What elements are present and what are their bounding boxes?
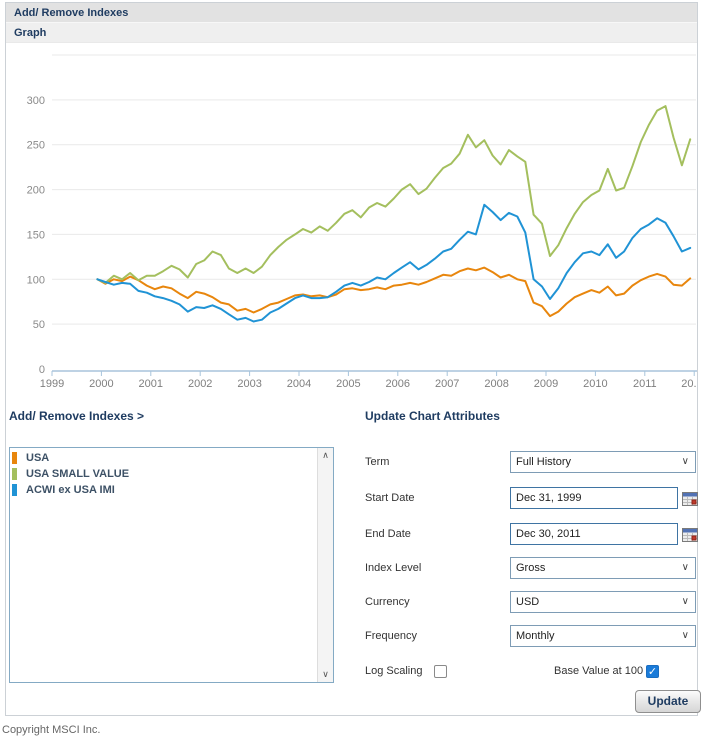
- svg-text:300: 300: [27, 95, 45, 107]
- svg-text:2000: 2000: [89, 378, 113, 390]
- legend-item[interactable]: USA: [10, 450, 317, 466]
- svg-text:200: 200: [27, 185, 45, 197]
- log-scaling-label: Log Scaling: [365, 665, 423, 677]
- index-legend-listbox[interactable]: USA USA SMALL VALUE ACWI ex USA IMI: [9, 447, 334, 683]
- index-tool-panel: Add/ Remove Indexes Graph 0 50 100 150 200 25…: [5, 2, 698, 716]
- currency-select[interactable]: USD: [510, 591, 696, 613]
- svg-text:2001: 2001: [139, 378, 163, 390]
- series-color-swatch: [12, 484, 17, 496]
- graph-header[interactable]: Graph: [6, 23, 697, 43]
- svg-text:2011: 2011: [633, 378, 657, 390]
- legend-items: USA USA SMALL VALUE ACWI ex USA IMI: [10, 450, 317, 682]
- start-date-input[interactable]: [510, 487, 678, 509]
- term-select[interactable]: Full History: [510, 451, 696, 473]
- legend-item-label: USA: [26, 452, 49, 464]
- legend-section-heading: Add/ Remove Indexes >: [9, 409, 144, 423]
- term-label: Term: [365, 451, 389, 473]
- currency-select-value: USD: [516, 596, 539, 608]
- svg-text:2010: 2010: [583, 378, 607, 390]
- svg-text:2008: 2008: [484, 378, 508, 390]
- frequency-select-value: Monthly: [516, 630, 555, 642]
- scroll-up-icon[interactable]: [318, 448, 333, 463]
- index-level-label: Index Level: [365, 557, 421, 579]
- frequency-label: Frequency: [365, 625, 417, 647]
- svg-text:20...: 20...: [681, 378, 697, 390]
- chevron-down-icon: [682, 452, 689, 472]
- svg-text:50: 50: [33, 319, 45, 331]
- base-value-label: Base Value at 100: [554, 665, 643, 677]
- update-button[interactable]: Update: [635, 690, 701, 713]
- series-color-swatch: [12, 452, 17, 464]
- svg-text:1999: 1999: [40, 378, 64, 390]
- index-level-select-value: Gross: [516, 562, 545, 574]
- term-select-value: Full History: [516, 456, 571, 468]
- add-remove-indexes-header[interactable]: Add/ Remove Indexes: [6, 3, 697, 23]
- svg-text:100: 100: [27, 274, 45, 286]
- start-date-label: Start Date: [365, 487, 415, 509]
- end-date-label: End Date: [365, 523, 411, 545]
- log-scaling-checkbox[interactable]: [434, 665, 447, 678]
- svg-text:2006: 2006: [386, 378, 410, 390]
- svg-text:2009: 2009: [534, 378, 558, 390]
- base-value-checkbox[interactable]: [646, 665, 659, 678]
- legend-item-label: USA SMALL VALUE: [26, 468, 129, 480]
- svg-text:2004: 2004: [287, 378, 311, 390]
- svg-text:2005: 2005: [336, 378, 360, 390]
- svg-text:2007: 2007: [435, 378, 459, 390]
- add-remove-indexes-header-label: Add/ Remove Indexes: [14, 7, 128, 19]
- index-level-select[interactable]: Gross: [510, 557, 696, 579]
- legend-item[interactable]: ACWI ex USA IMI: [10, 482, 317, 498]
- series-color-swatch: [12, 468, 17, 480]
- calendar-icon[interactable]: [682, 491, 698, 506]
- legend-item[interactable]: USA SMALL VALUE: [10, 466, 317, 482]
- form-section-heading: Update Chart Attributes: [365, 409, 500, 423]
- listbox-scrollbar[interactable]: [317, 448, 333, 682]
- scroll-down-icon[interactable]: [318, 667, 333, 682]
- end-date-input[interactable]: [510, 523, 678, 545]
- chevron-down-icon: [682, 592, 689, 612]
- currency-label: Currency: [365, 591, 410, 613]
- index-performance-chart: 0 50 100 150 200 250 300 1999 2000 2001 2002 2003 20…: [6, 45, 697, 405]
- legend-item-label: ACWI ex USA IMI: [26, 484, 115, 496]
- svg-text:150: 150: [27, 229, 45, 241]
- svg-text:250: 250: [27, 140, 45, 152]
- calendar-icon[interactable]: [682, 527, 698, 542]
- chevron-down-icon: [682, 626, 689, 646]
- graph-header-label: Graph: [14, 27, 46, 39]
- svg-text:0: 0: [39, 364, 45, 376]
- svg-text:2003: 2003: [237, 378, 261, 390]
- copyright-text: Copyright MSCI Inc.: [2, 724, 100, 736]
- svg-text:2002: 2002: [188, 378, 212, 390]
- frequency-select[interactable]: Monthly: [510, 625, 696, 647]
- chevron-down-icon: [682, 558, 689, 578]
